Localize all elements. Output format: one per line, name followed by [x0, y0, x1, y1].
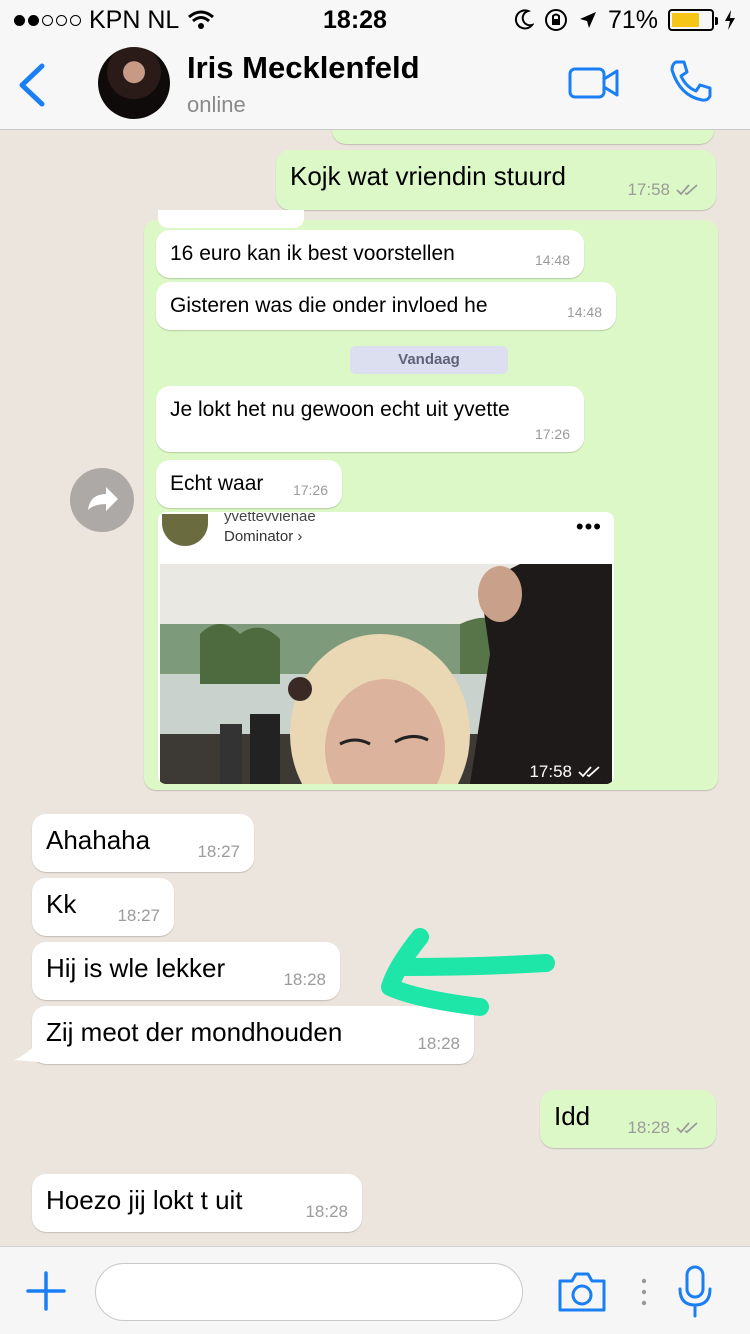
- plus-icon[interactable]: [26, 1271, 66, 1311]
- message-text: Idd: [554, 1101, 591, 1131]
- post-location: Dominator ›: [224, 528, 303, 545]
- video-call-icon[interactable]: [568, 65, 620, 101]
- bubble-tail-icon: [14, 1040, 40, 1062]
- charging-icon: [725, 10, 735, 30]
- moon-icon: [514, 9, 534, 30]
- message-time: 17:58: [627, 180, 670, 199]
- composer-bar: [0, 1246, 750, 1334]
- screenshot-message: Gisteren was die onder invloed he 14:48: [156, 282, 616, 330]
- read-ticks-icon: [674, 130, 700, 131]
- message-time: 18:27: [117, 906, 160, 925]
- phone-call-icon[interactable]: [668, 58, 714, 104]
- screenshot-message: Echt waar 17:26: [156, 460, 342, 508]
- message-text: Ahahaha: [46, 825, 151, 855]
- screenshot-message: Je lokt het nu gewoon echt uit yvette 17…: [156, 386, 584, 452]
- message-bubble-incoming[interactable]: Hoezo jij lokt t uit 18:28: [32, 1174, 362, 1232]
- microphone-icon[interactable]: [676, 1265, 714, 1319]
- location-icon: [579, 12, 596, 28]
- read-ticks-icon: [676, 184, 698, 196]
- battery-percent: 71%: [607, 5, 658, 34]
- read-ticks-icon: [578, 766, 600, 778]
- post-avatar: [162, 514, 208, 546]
- date-divider: Vandaag: [350, 346, 508, 374]
- message-text: Kojk wat vriendin stuurd: [290, 161, 567, 191]
- message-bubble-outgoing[interactable]: 17:58: [332, 130, 714, 144]
- divider-dots-icon: [641, 1278, 647, 1306]
- post-username: yvettevvienae: [224, 512, 316, 525]
- message-time: 17:26: [292, 482, 328, 498]
- instagram-post: yvettevvienae Dominator › ••• 17:58: [158, 512, 614, 784]
- contact-status: online: [187, 92, 246, 117]
- status-bar: KPN NL 18:28 71%: [0, 0, 750, 40]
- message-text: Zij meot der mondhouden: [46, 1017, 343, 1047]
- screenshot-message: 16 euro kan ik best voorstellen 14:48: [156, 230, 584, 278]
- signal-icon: [14, 14, 81, 26]
- message-text: Kk: [46, 889, 77, 919]
- message-time: 14:48: [566, 304, 602, 320]
- message-time: 17:26: [534, 426, 570, 442]
- post-photo: 17:58: [160, 564, 612, 784]
- message-time: 17:58: [529, 762, 572, 781]
- message-text: Hij is wle lekker: [46, 953, 226, 983]
- message-time: 18:28: [627, 1118, 670, 1137]
- message-list[interactable]: 17:58 Kojk wat vriendin stuurd 17:58 16 …: [0, 130, 750, 1246]
- clock: 18:28: [323, 5, 387, 34]
- contact-name[interactable]: Iris Mecklenfeld: [187, 50, 420, 86]
- message-bubble-incoming[interactable]: Hij is wle lekker 18:28: [32, 942, 340, 1000]
- chevron-right-icon: ›: [297, 528, 303, 545]
- message-bubble-outgoing[interactable]: Kojk wat vriendin stuurd 17:58: [276, 150, 716, 210]
- message-text: Hoezo jij lokt t uit: [46, 1185, 243, 1215]
- wifi-icon: [188, 10, 215, 29]
- message-time: 17:58: [625, 130, 668, 140]
- chat-header: Iris Mecklenfeld online: [0, 40, 750, 130]
- message-bubble-outgoing[interactable]: Idd 18:28: [540, 1090, 716, 1148]
- rotation-lock-icon: [544, 9, 567, 31]
- carrier-label: KPN NL: [89, 5, 180, 34]
- forward-button[interactable]: [70, 468, 134, 532]
- more-dots-icon: •••: [575, 514, 602, 539]
- message-text: Gisteren was die onder invloed he: [170, 294, 488, 317]
- message-time: 14:48: [534, 252, 570, 268]
- back-chevron-icon[interactable]: [14, 60, 54, 110]
- contact-avatar[interactable]: [98, 47, 170, 119]
- message-text: Je lokt het nu gewoon echt uit yvette: [170, 398, 510, 421]
- message-time: 18:28: [305, 1202, 348, 1221]
- forward-icon: [88, 487, 118, 511]
- camera-icon[interactable]: [556, 1271, 608, 1313]
- message-input[interactable]: [95, 1263, 523, 1321]
- message-text: 16 euro kan ik best voorstellen: [170, 242, 455, 265]
- read-ticks-icon: [676, 1122, 698, 1134]
- arrow-annotation-icon: [381, 928, 555, 1016]
- message-time: 18:28: [417, 1034, 460, 1053]
- message-bubble-incoming[interactable]: Kk 18:27: [32, 878, 174, 936]
- battery-icon: [668, 9, 718, 31]
- message-text: Echt waar: [170, 472, 264, 495]
- message-time: 18:28: [283, 970, 326, 989]
- message-bubble-incoming[interactable]: Ahahaha 18:27: [32, 814, 254, 872]
- message-time: 18:27: [197, 842, 240, 861]
